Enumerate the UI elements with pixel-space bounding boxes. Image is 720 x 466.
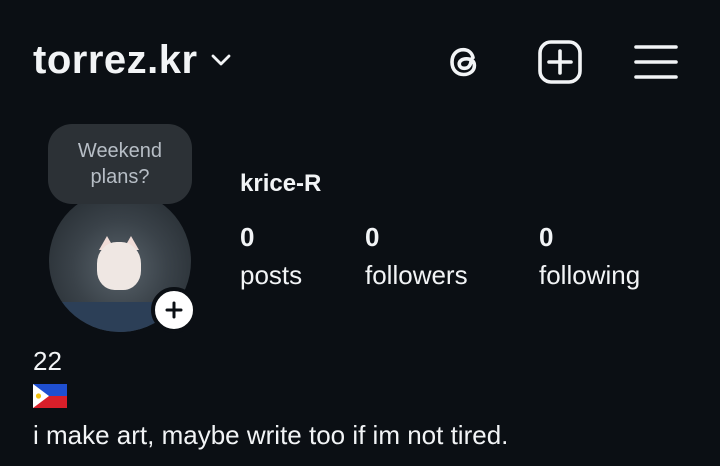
threads-button[interactable] [440,38,488,86]
philippines-flag-icon [33,384,67,408]
chevron-down-icon [211,54,230,66]
create-button[interactable] [536,38,584,86]
stat-posts[interactable]: 0 posts [240,220,302,292]
note-bubble[interactable]: Weekend plans? [48,124,192,204]
note-text: Weekend plans? [77,140,163,188]
hamburger-menu-icon [634,45,678,79]
plus-icon [165,301,183,319]
profile-display-name: krice-R [240,170,322,197]
stat-followers[interactable]: 0 followers [365,220,468,292]
bio-flag-row [33,384,508,418]
add-story-button[interactable] [151,287,197,333]
bio-text: i make art, maybe write too if im not ti… [33,420,509,450]
cat-image [97,242,141,290]
bio-age: 22 [33,346,62,376]
menu-button[interactable] [632,38,680,86]
profile-avatar-container [49,190,197,333]
followers-label: followers [365,260,468,290]
posts-label: posts [240,260,303,290]
followers-count: 0 [365,222,380,252]
top-bar: torrez.kr [0,0,720,120]
posts-count: 0 [240,222,255,252]
following-label: following [539,260,641,290]
create-plus-icon [538,40,582,84]
bio: 22 i make art, maybe write too if im not… [33,344,508,452]
threads-icon [450,47,477,77]
stat-following[interactable]: 0 following [539,220,640,292]
account-switcher[interactable]: torrez.kr [33,34,232,86]
following-count: 0 [539,222,554,252]
username: torrez.kr [33,38,198,82]
